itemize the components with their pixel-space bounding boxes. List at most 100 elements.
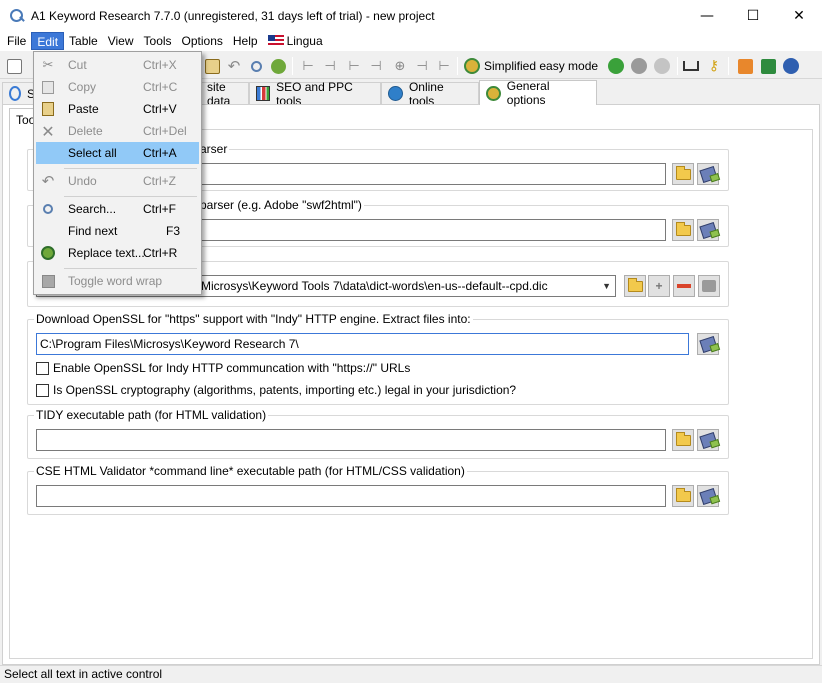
delete-icon: ✕ [41, 121, 55, 141]
help-button[interactable] [781, 56, 801, 76]
tab-online-tools[interactable]: Online tools [381, 80, 479, 108]
cse-path-input[interactable] [36, 485, 666, 507]
tab-seo-ppc[interactable]: SEO and PPC tools [249, 80, 381, 108]
align-left-button[interactable]: ⊢ [298, 56, 318, 76]
menu-lingua[interactable]: Lingua [263, 32, 328, 50]
menu-edit[interactable]: Edit [31, 32, 65, 50]
menu-item-toggle-word-wrap[interactable]: Toggle word wrap [36, 270, 199, 292]
menu-table[interactable]: Table [64, 32, 103, 50]
menu-view[interactable]: View [103, 32, 139, 50]
menu-item-find-next-shortcut: F3 [166, 224, 181, 238]
menu-item-copy[interactable]: Copy Ctrl+C [36, 76, 199, 98]
menu-file[interactable]: File [2, 32, 31, 50]
menu-item-delete-shortcut: Ctrl+Del [143, 124, 187, 138]
tab-site-data[interactable]: site data [200, 80, 249, 108]
align-center-button[interactable]: ⊣ [320, 56, 340, 76]
dictionary-browse-button[interactable] [624, 275, 646, 297]
pdf-download-button[interactable] [697, 163, 719, 185]
cse-browse-button[interactable] [672, 485, 694, 507]
menu-options[interactable]: Options [177, 32, 228, 50]
gears-icon [464, 58, 480, 74]
dictionary-add-button[interactable]: + [648, 275, 670, 297]
menu-item-select-all[interactable]: Select all Ctrl+A [36, 142, 199, 164]
menu-tools[interactable]: Tools [139, 32, 177, 50]
menu-item-undo-shortcut: Ctrl+Z [143, 174, 176, 188]
search-icon [40, 201, 56, 217]
search-toolbar-button[interactable] [246, 56, 266, 76]
paste-toolbar-button[interactable] [202, 56, 222, 76]
menu-item-delete[interactable]: ✕ Delete Ctrl+Del [36, 120, 199, 142]
close-button[interactable]: ✕ [776, 0, 822, 31]
tab-general-options-label: General options [506, 79, 550, 107]
enable-openssl-checkbox[interactable]: Enable OpenSSL for Indy HTTP communcatio… [36, 361, 410, 375]
cart-icon [683, 61, 699, 71]
key-icon: ⚷ [708, 58, 720, 74]
enable-openssl-label: Enable OpenSSL for Indy HTTP communcatio… [53, 361, 411, 375]
stop-button[interactable] [629, 56, 649, 76]
minimize-button[interactable]: — [684, 0, 730, 31]
paste-icon [204, 58, 220, 74]
tidy-path-input[interactable] [36, 429, 666, 451]
openssl-legal-label: Is OpenSSL cryptography (algorithms, pat… [53, 383, 517, 397]
tidy-download-button[interactable] [697, 429, 719, 451]
stop-icon [631, 58, 647, 74]
edit-menu-dropdown: ✂ Cut Ctrl+X Copy Ctrl+C Paste Ctrl+V ✕ … [33, 51, 202, 295]
menu-item-cut-label: Cut [68, 58, 87, 72]
new-file-icon [6, 58, 22, 74]
column-wrap-icon: ⊢ [438, 58, 450, 73]
menu-item-replace-shortcut: Ctrl+R [143, 246, 178, 260]
menu-item-undo[interactable]: ↶ Undo Ctrl+Z [36, 170, 199, 192]
column-insert-button[interactable]: ⊢ [344, 56, 364, 76]
start-button[interactable] [606, 56, 626, 76]
buy-button[interactable] [681, 56, 701, 76]
column-move-button[interactable]: ⊣ [366, 56, 386, 76]
menu-item-copy-label: Copy [68, 80, 97, 94]
cse-download-button[interactable] [697, 485, 719, 507]
menu-item-search-label: Search... [68, 202, 117, 216]
folder-icon [675, 165, 691, 180]
replace-icon [40, 245, 56, 261]
download-book-icon [698, 221, 718, 239]
column-resize-icon: ⊕ [394, 58, 406, 73]
home-button[interactable] [735, 56, 755, 76]
menu-item-paste[interactable]: Paste Ctrl+V [36, 98, 199, 120]
openssl-download-button[interactable] [697, 333, 719, 355]
swf-browse-button[interactable] [672, 219, 694, 241]
openssl-path-input[interactable] [36, 333, 689, 355]
tidy-group: TIDY executable path (for HTML validatio… [27, 408, 729, 459]
menu-item-find-next-label: Find next [68, 224, 118, 238]
column-fit-button[interactable]: ⊣ [412, 56, 432, 76]
scissors-icon: ✂ [42, 57, 54, 73]
simplified-easy-mode-button[interactable]: Simplified easy mode [460, 55, 602, 77]
word-wrap-icon [40, 273, 56, 289]
column-resize-button[interactable]: ⊕ [390, 56, 410, 76]
maximize-button[interactable]: ☐ [730, 0, 776, 31]
pdf-parser-legend: arser [198, 142, 230, 156]
menu-item-cut[interactable]: ✂ Cut Ctrl+X [36, 54, 199, 76]
menu-item-search[interactable]: Search... Ctrl+F [36, 198, 199, 220]
menu-item-find-next[interactable]: Find next F3 [36, 220, 199, 242]
title-bar: A1 Keyword Research 7.7.0 (unregistered,… [0, 0, 822, 31]
minus-icon [677, 284, 691, 288]
new-project-button[interactable] [4, 56, 24, 76]
dictionary-download-button[interactable] [698, 275, 720, 297]
column-wrap-button[interactable]: ⊢ [434, 56, 454, 76]
share-button[interactable] [758, 56, 778, 76]
openssl-legal-checkbox[interactable]: Is OpenSSL cryptography (algorithms, pat… [36, 383, 516, 397]
replace-toolbar-button[interactable] [268, 56, 288, 76]
menu-item-undo-label: Undo [68, 174, 97, 188]
undo-toolbar-button[interactable]: ↶ [224, 56, 244, 76]
swf-download-button[interactable] [697, 219, 719, 241]
register-button[interactable]: ⚷ [704, 56, 724, 76]
menu-item-replace[interactable]: Replace text... Ctrl+R [36, 242, 199, 264]
column-move-icon: ⊣ [370, 58, 382, 73]
pdf-browse-button[interactable] [672, 163, 694, 185]
dictionary-remove-button[interactable] [673, 275, 695, 297]
menu-help[interactable]: Help [228, 32, 263, 50]
pause-button[interactable] [652, 56, 672, 76]
tidy-browse-button[interactable] [672, 429, 694, 451]
menu-item-select-all-label: Select all [68, 146, 117, 160]
tidy-legend: TIDY executable path (for HTML validatio… [34, 408, 269, 422]
menu-item-copy-shortcut: Ctrl+C [143, 80, 178, 94]
tab-general-options[interactable]: General options [479, 79, 597, 107]
